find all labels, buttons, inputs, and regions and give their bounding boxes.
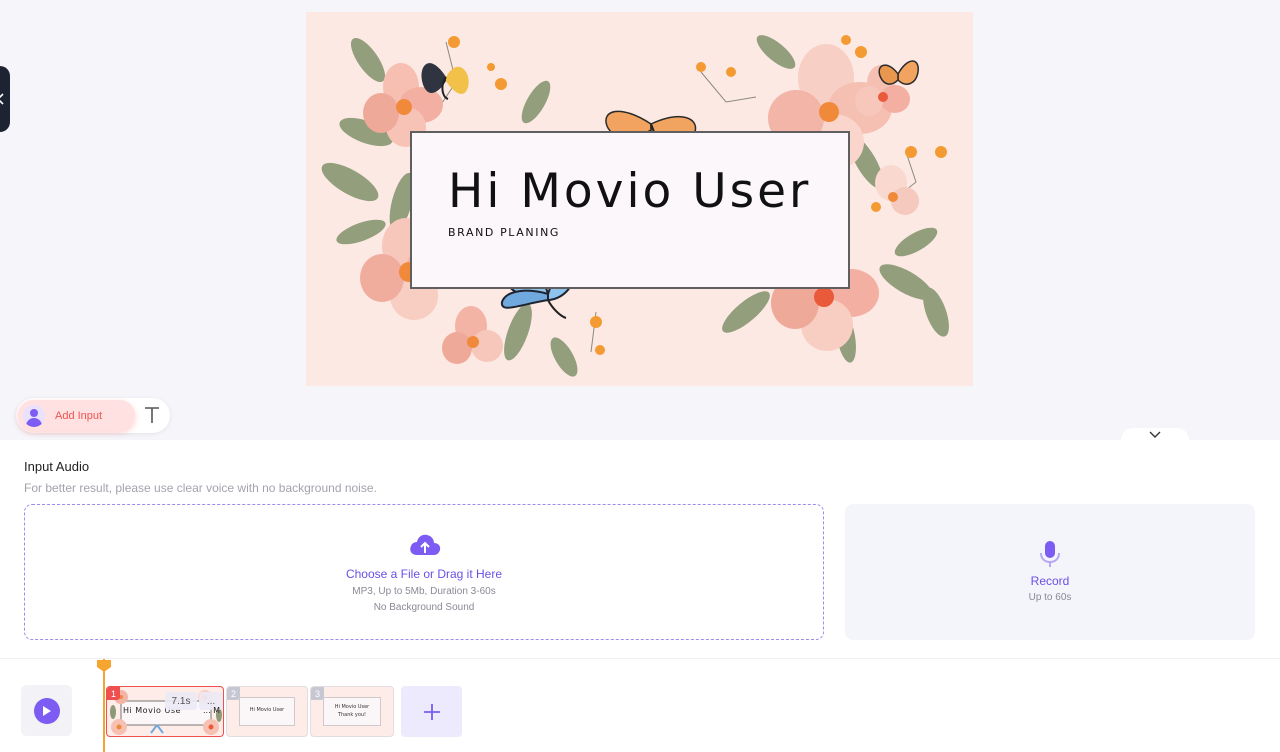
input-audio-panel: Input Audio For better result, please us…: [0, 440, 1280, 658]
scene-title: Hi Movio User: [334, 704, 370, 710]
record-limit: Up to 60s: [1028, 592, 1072, 603]
scene-subtitle: Thank you!: [337, 712, 367, 718]
upload-note: No Background Sound: [373, 602, 475, 613]
avatar-icon: [23, 404, 45, 427]
upload-requirements: MP3, Up to 5Mb, Duration 3-60s: [352, 586, 496, 597]
scene-number: 1: [107, 687, 120, 700]
preview-stage: Hi Movio User BRAND PLANING Add Input: [0, 0, 1280, 442]
input-type-switcher: Add Input: [16, 398, 170, 433]
record-audio-button[interactable]: Record Up to 60s: [845, 504, 1255, 640]
scene-number: 3: [311, 687, 324, 700]
scene-number: 2: [227, 687, 240, 700]
audio-upload-dropzone[interactable]: Choose a File or Drag it Here MP3, Up to…: [24, 504, 824, 640]
scene-title: Hi Movio User: [249, 707, 285, 713]
cloud-upload-icon: [410, 534, 441, 555]
microphone-icon: [1040, 541, 1060, 567]
scene-thumbnail-3[interactable]: 3 Hi Movio User Thank you!: [310, 686, 394, 737]
chevron-left-icon: [0, 93, 4, 105]
scene-thumbnail-2[interactable]: 2 Hi Movio User: [226, 686, 308, 737]
chevron-down-icon: [1149, 431, 1161, 438]
panel-title: Input Audio: [24, 459, 90, 474]
scene-thumbnail-1[interactable]: 1 Hi Movio Use 7.1s ... ... M: [106, 686, 224, 737]
add-input-label: Add Input: [55, 409, 103, 422]
play-icon: [33, 697, 60, 724]
scene-thumbnail-frame: Hi Movio User Thank you!: [323, 697, 381, 726]
canvas-title[interactable]: Hi Movio User: [448, 164, 811, 219]
text-T-icon[interactable]: [144, 406, 160, 424]
upload-label[interactable]: Choose a File or Drag it Here: [25, 567, 823, 581]
scene-canvas[interactable]: Hi Movio User BRAND PLANING: [306, 12, 973, 386]
scene-thumbnail-frame: Hi Movio User: [239, 697, 295, 726]
scene-duration[interactable]: 7.1s: [165, 692, 197, 710]
panel-hint: For better result, please use clear voic…: [24, 481, 377, 495]
record-label: Record: [1030, 574, 1070, 588]
plus-icon: [423, 703, 440, 720]
add-input-button[interactable]: Add Input: [18, 400, 135, 431]
scene-timeline: 1 Hi Movio Use 7.1s ... ... M 2 Hi Movio…: [0, 658, 1280, 752]
sidebar-toggle[interactable]: [0, 66, 10, 132]
play-button[interactable]: [21, 685, 72, 736]
playhead-handle[interactable]: [96, 659, 112, 673]
canvas-subtitle[interactable]: BRAND PLANING: [448, 226, 560, 239]
scene-title-fragment: ... M: [203, 706, 221, 715]
add-scene-button[interactable]: [401, 686, 462, 737]
